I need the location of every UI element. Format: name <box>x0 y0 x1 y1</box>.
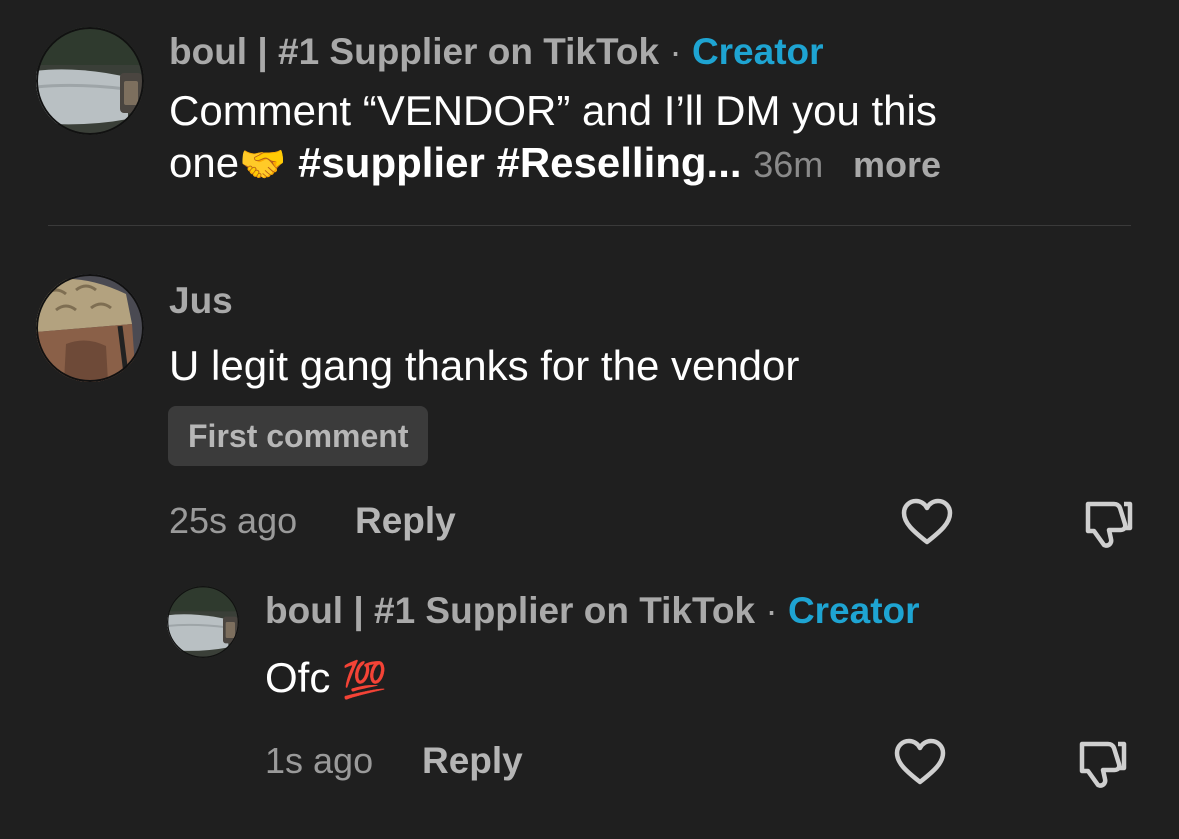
separator-dot: · <box>765 590 778 631</box>
reply-creator-badge: Creator <box>787 590 920 631</box>
thumbs-down-icon[interactable] <box>1074 738 1130 790</box>
caption-line-2-text: one <box>169 139 240 186</box>
creator-username[interactable]: boul | #1 Supplier on TikTok <box>169 31 659 72</box>
reply-text: Ofc <box>265 654 331 701</box>
caption-time: 36m <box>753 144 824 185</box>
comment-reply-button[interactable]: Reply <box>355 500 456 542</box>
creator-avatar[interactable] <box>36 27 144 135</box>
handshake-emoji: 🤝 <box>239 144 287 186</box>
comment-timestamp: 25s ago <box>169 500 298 541</box>
reply-reply-button[interactable]: Reply <box>422 740 523 782</box>
reply-text-row: Ofc 💯 <box>265 652 387 706</box>
reply-username[interactable]: boul | #1 Supplier on TikTok <box>265 590 755 631</box>
comment-text: U legit gang thanks for the vendor <box>169 342 800 389</box>
reply-creator-avatar[interactable] <box>167 586 239 658</box>
creator-username-row: boul | #1 Supplier on TikTok · Creator <box>169 31 824 73</box>
commenter-username[interactable]: Jus <box>169 280 233 322</box>
more-button[interactable]: more <box>853 144 941 185</box>
reply-timestamp: 1s ago <box>265 740 374 781</box>
commenter-avatar[interactable] <box>36 274 144 382</box>
thumbs-down-icon[interactable] <box>1080 498 1136 550</box>
caption-line-1: Comment “VENDOR” and I’ll DM you this <box>169 87 937 134</box>
separator-dot: · <box>669 31 682 72</box>
divider <box>48 225 1131 226</box>
heart-icon[interactable] <box>901 498 953 546</box>
reply-username-row: boul | #1 Supplier on TikTok · Creator <box>265 590 920 632</box>
creator-badge: Creator <box>691 31 824 72</box>
caption-hashtags[interactable]: #supplier #Reselling... <box>298 139 741 186</box>
first-comment-badge: First comment <box>168 406 429 466</box>
hundred-emoji: 💯 <box>342 659 387 700</box>
heart-icon[interactable] <box>894 738 946 786</box>
caption-line-2: one🤝 #supplier #Reselling... 36m more <box>169 137 941 191</box>
